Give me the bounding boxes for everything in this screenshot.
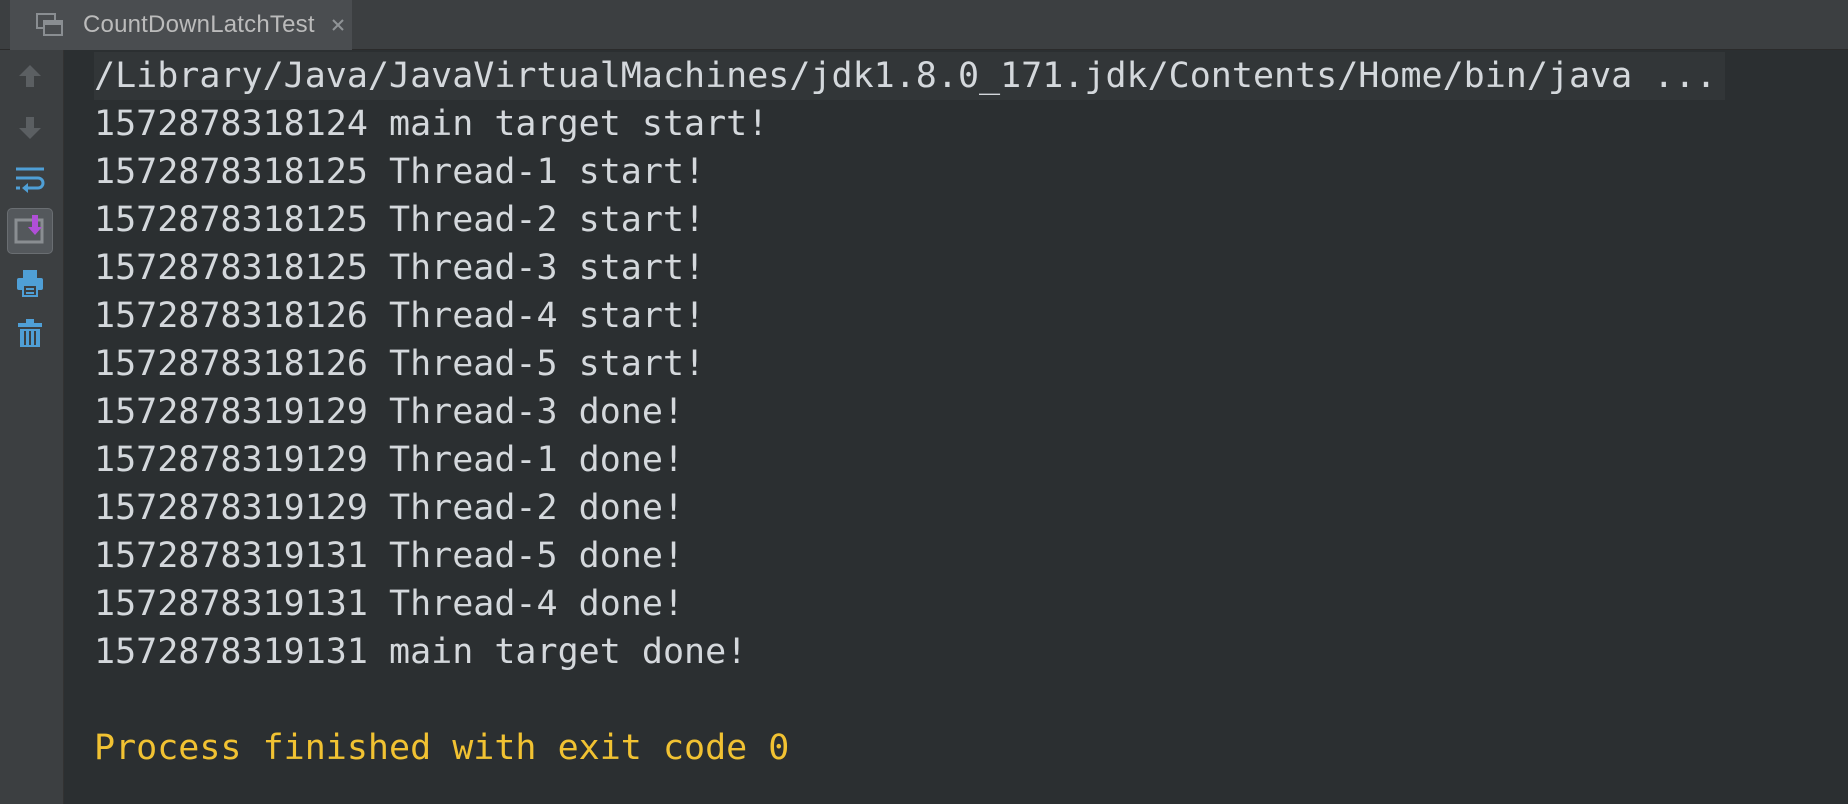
output-line: 1572878318124 main target start!: [94, 104, 769, 144]
run-tab-bar: CountDownLatchTest: [0, 0, 1848, 50]
console-window-icon: [35, 11, 65, 39]
scroll-to-end-icon: [14, 214, 46, 248]
output-line: 1572878318125 Thread-2 start!: [94, 200, 706, 240]
output-line: 1572878318125 Thread-1 start!: [94, 152, 706, 192]
soft-wrap-button[interactable]: [7, 158, 53, 204]
clear-all-button[interactable]: [7, 312, 53, 358]
print-icon: [15, 268, 45, 302]
print-button[interactable]: [7, 262, 53, 308]
output-line: 1572878319129 Thread-2 done!: [94, 488, 685, 528]
output-line: 1572878319129 Thread-3 done!: [94, 392, 685, 432]
tab-countdownlatchtest[interactable]: CountDownLatchTest: [10, 0, 352, 50]
scroll-to-end-button[interactable]: [7, 208, 53, 254]
command-line: /Library/Java/JavaVirtualMachines/jdk1.8…: [94, 52, 1725, 100]
console-output[interactable]: /Library/Java/JavaVirtualMachines/jdk1.8…: [64, 50, 1848, 804]
output-line: 1572878318126 Thread-4 start!: [94, 296, 706, 336]
scroll-down-arrow-icon: [17, 115, 43, 145]
output-line: 1572878319131 main target done!: [94, 632, 748, 672]
output-line: 1572878318126 Thread-5 start!: [94, 344, 706, 384]
clear-all-trash-icon: [16, 318, 44, 352]
output-line: 1572878319129 Thread-1 done!: [94, 440, 685, 480]
close-icon[interactable]: [327, 14, 349, 36]
output-line: 1572878319131 Thread-4 done!: [94, 584, 685, 624]
scroll-down-button[interactable]: [7, 107, 53, 153]
output-line: 1572878319131 Thread-5 done!: [94, 536, 685, 576]
scroll-up-arrow-icon: [17, 63, 43, 93]
exit-status-message: Process finished with exit code 0: [94, 728, 790, 768]
console-toolbar: [0, 50, 64, 804]
scroll-up-button[interactable]: [7, 55, 53, 101]
run-console-window: CountDownLatchTest /Library/Java/JavaVir…: [0, 0, 1848, 804]
output-line: 1572878318125 Thread-3 start!: [94, 248, 706, 288]
tab-title: CountDownLatchTest: [83, 11, 315, 38]
soft-wrap-icon: [14, 164, 46, 198]
